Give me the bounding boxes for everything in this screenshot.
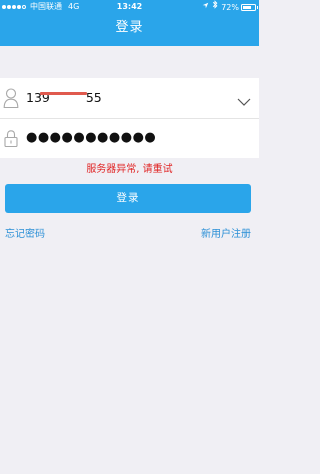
phone-field[interactable]: 139 55	[0, 78, 259, 118]
password-field[interactable]: ●●●●●●●●●●●	[0, 118, 259, 158]
bluetooth-icon	[212, 0, 218, 14]
user-icon	[3, 87, 19, 109]
login-button[interactable]: 登录	[5, 184, 251, 213]
forgot-password-link[interactable]: 忘记密码	[5, 228, 45, 242]
page-title: 登录	[115, 20, 144, 35]
phone-redaction-mark	[40, 92, 87, 95]
lock-icon	[3, 127, 19, 149]
battery-level-fill	[243, 5, 251, 9]
phone-value: 139 55	[26, 78, 102, 118]
battery-percent: 72%	[221, 2, 239, 12]
battery-icon	[241, 3, 258, 11]
register-link[interactable]: 新用户注册	[201, 228, 251, 242]
app-header: 中国联通 4G 13:42 72% 登录	[0, 0, 259, 46]
password-masked-value: ●●●●●●●●●●●	[26, 130, 157, 145]
status-bar: 中国联通 4G 13:42 72%	[0, 0, 259, 13]
chevron-down-icon[interactable]	[237, 92, 251, 106]
error-message: 服务器异常, 请重试	[86, 164, 173, 175]
status-right: 72%	[202, 0, 258, 14]
login-form: 139 55 ●●●●●●●●●●●	[0, 78, 259, 158]
location-arrow-icon	[202, 1, 209, 14]
